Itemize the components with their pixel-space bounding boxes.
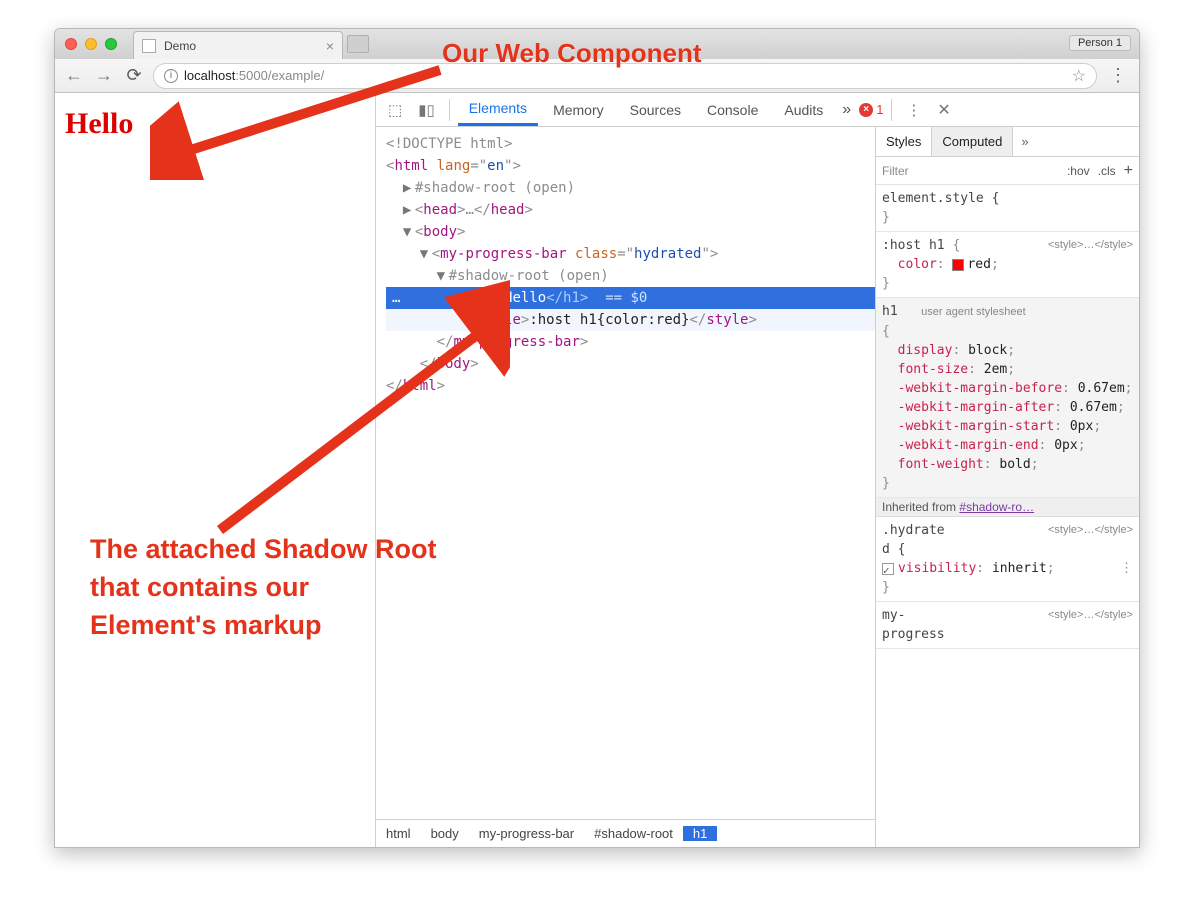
dom-line[interactable]: ▶<head>…</head> [386, 199, 875, 221]
devtools-tabbar: ⬚ ▮▯ Elements Memory Sources Console Aud… [376, 93, 1139, 127]
breadcrumb-item-active[interactable]: h1 [683, 826, 717, 841]
site-info-icon[interactable]: i [164, 69, 178, 83]
back-icon[interactable]: ← [63, 65, 85, 86]
devtools-tab-console[interactable]: Console [696, 93, 769, 126]
checkbox-icon[interactable] [882, 563, 894, 575]
inherited-link[interactable]: #shadow-ro… [959, 500, 1034, 514]
error-indicator[interactable]: ×1 [859, 102, 883, 117]
breadcrumb-item[interactable]: #shadow-root [584, 826, 683, 841]
more-tabs-icon[interactable]: » [838, 101, 855, 119]
css-rule[interactable]: :host h1 {<style>…</style> color: red; } [876, 232, 1139, 298]
elements-panel: <!DOCTYPE html> <html lang="en"> ▶#shado… [376, 127, 875, 847]
rendered-page: Hello [55, 93, 375, 847]
styles-filter-row: Filter :hov .cls + [876, 157, 1139, 185]
dom-line[interactable]: <!DOCTYPE html> [386, 133, 875, 155]
dom-line[interactable]: ▼<body> [386, 221, 875, 243]
breadcrumb-item[interactable]: html [376, 826, 421, 841]
device-toolbar-icon[interactable]: ▮▯ [412, 101, 441, 119]
devtools-tab-audits[interactable]: Audits [773, 93, 834, 126]
dom-line[interactable]: </body> [386, 353, 875, 375]
url-path: :5000/example/ [235, 68, 324, 83]
dom-breadcrumb: html body my-progress-bar #shadow-root h… [376, 819, 875, 847]
browser-window: Demo × Person 1 ← → ⟳ i localhost:5000/e… [54, 28, 1140, 848]
window-controls [65, 38, 117, 50]
rule-source[interactable]: <style>…</style> [1048, 236, 1133, 255]
reload-icon[interactable]: ⟳ [123, 65, 145, 86]
bookmark-star-icon[interactable]: ☆ [1072, 66, 1086, 86]
devtools-tab-sources[interactable]: Sources [619, 93, 692, 126]
dom-line[interactable]: ▼#shadow-root (open) [386, 265, 875, 287]
devtools-panel: ⬚ ▮▯ Elements Memory Sources Console Aud… [375, 93, 1139, 847]
tab-strip: Demo × Person 1 [55, 29, 1139, 59]
inherited-header: Inherited from #shadow-ro… [876, 498, 1139, 517]
minimize-window-icon[interactable] [85, 38, 97, 50]
favicon-icon [142, 39, 156, 53]
breadcrumb-item[interactable]: my-progress-bar [469, 826, 584, 841]
devtools-tab-elements[interactable]: Elements [458, 93, 538, 126]
browser-menu-icon[interactable]: ⋮ [1105, 65, 1131, 86]
breadcrumb-item[interactable]: body [421, 826, 469, 841]
devtools-close-icon[interactable]: ✕ [931, 100, 956, 120]
css-rules[interactable]: element.style {} :host h1 {<style>…</sty… [876, 185, 1139, 847]
css-rule[interactable]: .hydrate<style>…</style> d { visibility:… [876, 517, 1139, 602]
close-window-icon[interactable] [65, 38, 77, 50]
devtools-tab-memory[interactable]: Memory [542, 93, 615, 126]
tab-title: Demo [164, 39, 196, 53]
new-tab-button[interactable] [347, 35, 369, 53]
cls-toggle[interactable]: .cls [1098, 164, 1116, 178]
dom-tree[interactable]: <!DOCTYPE html> <html lang="en"> ▶#shado… [376, 127, 875, 819]
inspect-icon[interactable]: ⬚ [382, 101, 408, 119]
tab-close-icon[interactable]: × [326, 38, 334, 54]
css-rule[interactable]: my-<style>…</style> progress [876, 602, 1139, 649]
new-rule-icon[interactable]: + [1124, 162, 1133, 180]
content-area: Hello ⬚ ▮▯ Elements Memory Sources Conso… [55, 93, 1139, 847]
rule-source[interactable]: <style>…</style> [1048, 606, 1133, 625]
devtools-body: <!DOCTYPE html> <html lang="en"> ▶#shado… [376, 127, 1139, 847]
profile-badge[interactable]: Person 1 [1069, 35, 1131, 51]
browser-toolbar: ← → ⟳ i localhost:5000/example/ ☆ ⋮ [55, 59, 1139, 93]
address-bar[interactable]: i localhost:5000/example/ ☆ [153, 63, 1097, 89]
zoom-window-icon[interactable] [105, 38, 117, 50]
url-host: localhost [184, 68, 235, 83]
dom-line[interactable]: </html> [386, 375, 875, 397]
styles-subtabs: Styles Computed » [876, 127, 1139, 157]
color-swatch-icon[interactable] [952, 259, 964, 271]
rule-source[interactable]: <style>…</style> [1048, 521, 1133, 540]
gutter-icon: … [386, 287, 406, 309]
css-rule[interactable]: h1 user agent stylesheet{ display: block… [876, 298, 1139, 498]
styles-panel: Styles Computed » Filter :hov .cls + [875, 127, 1139, 847]
hov-toggle[interactable]: :hov [1067, 164, 1090, 178]
dom-line[interactable]: <style>:host h1{color:red}</style> [386, 309, 875, 331]
forward-icon[interactable]: → [93, 65, 115, 86]
dom-line[interactable]: </my-progress-bar> [386, 331, 875, 353]
separator [891, 99, 892, 121]
styles-tab-computed[interactable]: Computed [932, 127, 1013, 156]
devtools-menu-icon[interactable]: ⋮ [900, 101, 927, 119]
dom-line[interactable]: <html lang="en"> [386, 155, 875, 177]
dom-line-selected[interactable]: … <h1>Hello</h1> == $0 [386, 287, 875, 309]
dom-line[interactable]: ▶#shadow-root (open) [386, 177, 875, 199]
page-heading: Hello [65, 107, 375, 141]
styles-tab-styles[interactable]: Styles [876, 127, 932, 156]
css-rule[interactable]: element.style {} [876, 185, 1139, 232]
dom-line[interactable]: ▼<my-progress-bar class="hydrated"> [386, 243, 875, 265]
browser-tab[interactable]: Demo × [133, 31, 343, 59]
separator [449, 99, 450, 121]
error-icon: × [859, 103, 873, 117]
more-tabs-icon[interactable]: » [1013, 127, 1036, 156]
filter-input[interactable]: Filter [882, 164, 909, 178]
